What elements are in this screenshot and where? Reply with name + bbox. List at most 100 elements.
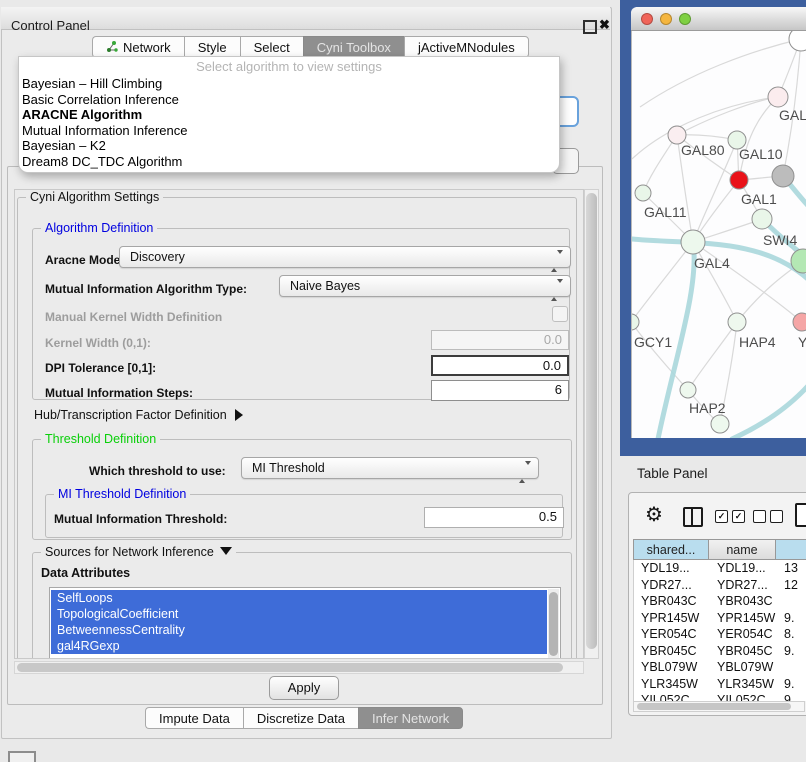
table-cell: 13 xyxy=(777,560,806,577)
which-threshold-label: Which threshold to use: xyxy=(89,464,226,478)
network-edge[interactable] xyxy=(688,322,737,390)
kernel-width-field[interactable]: 0.0 xyxy=(431,330,569,350)
network-edge[interactable] xyxy=(677,97,778,135)
data-attributes-list[interactable]: SelfLoopsTopologicalCoefficientBetweenne… xyxy=(49,587,561,659)
bottom-tab-infer-network[interactable]: Infer Network xyxy=(358,707,463,729)
scrollbar-thumb[interactable] xyxy=(586,193,597,649)
network-edge[interactable] xyxy=(632,242,693,322)
network-node-gal4[interactable] xyxy=(681,230,705,254)
tab-select[interactable]: Select xyxy=(240,36,303,58)
network-node[interactable] xyxy=(772,165,794,187)
algorithm-option-dream8-dc-tdc-algorithm[interactable]: Dream8 DC_TDC Algorithm xyxy=(19,154,559,170)
list-scrollbar[interactable] xyxy=(548,589,559,659)
network-window-titlebar[interactable] xyxy=(631,7,806,31)
algorithm-option-aracne-algorithm[interactable]: ARACNE Algorithm xyxy=(19,107,559,123)
close-panel-icon[interactable]: ✖ xyxy=(599,17,610,33)
network-node[interactable] xyxy=(711,415,729,433)
network-view-window[interactable]: GALGAL80GAL10GAL1GAL11SWI4GAL4GCY1HAP4YH… xyxy=(631,7,806,438)
bottom-tab-discretize-data[interactable]: Discretize Data xyxy=(243,707,358,729)
table-row[interactable]: YIL052CYIL052C9 xyxy=(634,692,806,701)
selected-value: Naive Bayes xyxy=(290,279,360,293)
node-label: GAL80 xyxy=(681,142,725,158)
split-columns-icon[interactable] xyxy=(683,507,703,527)
hub-definition-toggle[interactable]: Hub/Transcription Factor Definition xyxy=(34,408,243,422)
network-node-hap2[interactable] xyxy=(680,382,696,398)
network-node-swi4[interactable] xyxy=(752,209,772,229)
algorithm-option-basic-correlation-inference[interactable]: Basic Correlation Inference xyxy=(19,92,559,108)
checked-columns-icon[interactable]: ✓✓ xyxy=(715,510,745,523)
control-panel-titlebar[interactable]: Control Panel ✖ xyxy=(1,7,610,30)
mi-threshold-field[interactable]: 0.5 xyxy=(424,507,564,528)
table-cell: 9. xyxy=(777,676,806,693)
network-node-gal11[interactable] xyxy=(635,185,651,201)
expand-arrow-icon[interactable] xyxy=(235,409,243,421)
gear-icon[interactable]: ⚙ xyxy=(645,502,663,527)
collapse-arrow-icon[interactable] xyxy=(220,547,232,555)
aracne-mode-select[interactable]: Discovery xyxy=(119,246,571,268)
horizontal-scrollbar[interactable] xyxy=(14,661,584,674)
threshold-definition-group: Threshold Definition Which threshold to … xyxy=(32,439,572,540)
mi-type-select[interactable]: Naive Bayes xyxy=(279,275,571,297)
document-icon[interactable] xyxy=(795,503,806,527)
table-cell: YDR27... xyxy=(710,577,777,594)
apply-button[interactable]: Apply xyxy=(269,676,339,700)
column-header-shared[interactable]: shared... xyxy=(633,539,709,560)
network-edge[interactable] xyxy=(693,242,737,322)
zoom-traffic-light[interactable] xyxy=(679,13,691,25)
kernel-width-label: Kernel Width (0,1): xyxy=(45,336,151,350)
corner-widget-icon[interactable] xyxy=(8,751,36,762)
column-header-name[interactable]: name xyxy=(709,539,776,560)
bottom-tab-impute-data[interactable]: Impute Data xyxy=(145,707,243,729)
tab-network[interactable]: Network xyxy=(92,36,184,58)
table-row[interactable]: YBL079WYBL079W xyxy=(634,659,806,676)
close-traffic-light[interactable] xyxy=(641,13,653,25)
attribute-item-betweennesscentrality[interactable]: BetweennessCentrality xyxy=(51,622,547,638)
table-row[interactable]: YER054CYER054C8. xyxy=(634,626,806,643)
network-node-hap4[interactable] xyxy=(728,313,746,331)
attribute-item-topologicalcoefficient[interactable]: TopologicalCoefficient xyxy=(51,606,547,622)
float-panel-icon[interactable] xyxy=(583,20,597,34)
node-label: GAL11 xyxy=(644,204,687,220)
table-cell: 9. xyxy=(777,610,806,627)
algorithm-option-bayesian-hill-climbing[interactable]: Bayesian – Hill Climbing xyxy=(19,76,559,92)
unchecked-columns-icon[interactable] xyxy=(753,510,783,523)
network-node-y[interactable] xyxy=(793,313,806,331)
table-row[interactable]: YBR045CYBR045C9. xyxy=(634,643,806,660)
table-header-row: shared...name xyxy=(633,539,806,560)
minimize-traffic-light[interactable] xyxy=(660,13,672,25)
network-node-gal1[interactable] xyxy=(730,171,748,189)
network-node-gal[interactable] xyxy=(768,87,788,107)
which-threshold-select[interactable]: MI Threshold xyxy=(241,457,539,479)
algorithm-option-mutual-information-inference[interactable]: Mutual Information Inference xyxy=(19,123,559,139)
network-canvas[interactable]: GALGAL80GAL10GAL1GAL11SWI4GAL4GCY1HAP4YH… xyxy=(631,31,806,438)
network-edge[interactable] xyxy=(643,135,677,193)
attribute-item-selfloops[interactable]: SelfLoops xyxy=(51,590,547,606)
column-header-2[interactable] xyxy=(776,539,806,560)
network-edge-highlighted[interactable] xyxy=(732,379,806,438)
manual-kernel-checkbox[interactable] xyxy=(552,306,568,322)
network-node[interactable] xyxy=(789,31,806,51)
scrollbar-thumb[interactable] xyxy=(549,592,558,656)
dpi-tolerance-field[interactable]: 0.0 xyxy=(431,355,569,376)
tab-cyni-toolbox[interactable]: Cyni Toolbox xyxy=(303,36,404,58)
table-horizontal-scrollbar[interactable] xyxy=(633,701,805,712)
algorithm-option-bayesian-k2[interactable]: Bayesian – K2 xyxy=(19,138,559,154)
scrollbar-thumb[interactable] xyxy=(637,703,791,710)
node-table: shared...name YDL19...YDL19...13YDR27...… xyxy=(633,539,806,701)
table-row[interactable]: YBR043CYBR043C xyxy=(634,593,806,610)
scrollbar-thumb[interactable] xyxy=(17,663,563,672)
table-row[interactable]: YLR345WYLR345W9. xyxy=(634,676,806,693)
mi-steps-field[interactable]: 6 xyxy=(431,380,569,401)
table-row[interactable]: YDR27...YDR27...12 xyxy=(634,577,806,594)
table-row[interactable]: YPR145WYPR145W9. xyxy=(634,610,806,627)
vertical-scrollbar[interactable] xyxy=(584,189,599,659)
table-row[interactable]: YDL19...YDL19...13 xyxy=(634,560,806,577)
table-cell: 12 xyxy=(777,577,806,594)
network-node-gcy1[interactable] xyxy=(632,314,639,330)
aracne-mode-label: Aracne Mode: xyxy=(45,253,124,267)
table-cell: YPR145W xyxy=(634,610,710,627)
tab-jactivemnodules[interactable]: jActiveMNodules xyxy=(404,36,529,58)
algorithm-definition-group: Algorithm Definition Aracne Mode: Discov… xyxy=(32,228,570,400)
attribute-item-gal4rgexp[interactable]: gal4RGexp xyxy=(51,638,547,654)
tab-style[interactable]: Style xyxy=(184,36,240,58)
